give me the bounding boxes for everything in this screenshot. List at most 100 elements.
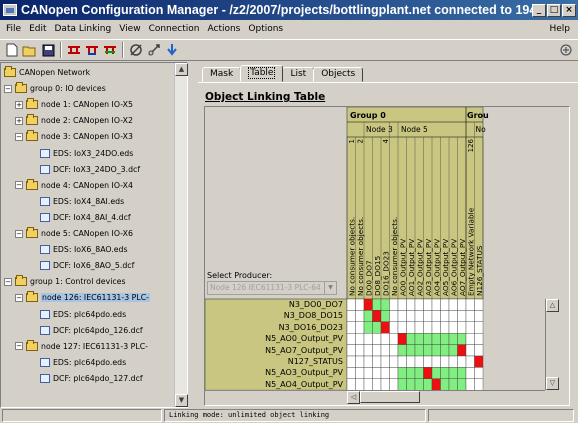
link-cell[interactable]	[465, 344, 475, 357]
link-cell[interactable]	[448, 310, 458, 322]
link-cell[interactable]	[397, 298, 407, 311]
link-cell[interactable]	[355, 332, 365, 345]
link-cell[interactable]	[346, 344, 356, 357]
menu-file[interactable]: File	[2, 24, 25, 34]
link-cell[interactable]	[457, 298, 467, 311]
link-cell[interactable]	[389, 344, 399, 357]
link-cell[interactable]	[448, 321, 458, 334]
minimize-button[interactable]: _	[532, 3, 546, 17]
link-cell[interactable]	[465, 332, 475, 345]
link-cell-available[interactable]	[414, 344, 424, 357]
link-cell[interactable]	[474, 321, 484, 334]
link-cell-active[interactable]	[457, 344, 467, 357]
link-cell[interactable]	[431, 298, 441, 311]
collapse-icon[interactable]: −	[15, 342, 23, 351]
link-cell-available[interactable]	[448, 378, 458, 391]
link-cell[interactable]	[406, 310, 416, 322]
link-cell[interactable]	[363, 332, 373, 345]
link-cell[interactable]	[406, 298, 416, 311]
link-cell[interactable]	[389, 310, 399, 322]
link-cell-available[interactable]	[363, 321, 373, 334]
link-cell-available[interactable]	[414, 378, 424, 391]
link-cell[interactable]	[457, 355, 467, 368]
link-cell[interactable]	[440, 321, 450, 334]
link-cell[interactable]	[448, 355, 458, 368]
link-cell[interactable]	[380, 355, 390, 368]
close-button[interactable]: ×	[562, 3, 576, 17]
link-cell[interactable]	[457, 310, 467, 322]
expand-icon[interactable]: +	[15, 116, 23, 125]
link-cell[interactable]	[474, 344, 484, 357]
maximize-button[interactable]: □	[547, 3, 561, 17]
collapse-icon[interactable]: −	[15, 229, 23, 238]
link-cell[interactable]	[363, 367, 373, 379]
scroll-thumb[interactable]	[360, 391, 420, 403]
link-cell[interactable]	[355, 321, 365, 334]
download-icon[interactable]	[164, 42, 180, 58]
open-icon[interactable]	[22, 42, 38, 58]
link-cell-available[interactable]	[431, 344, 441, 357]
link-cell[interactable]	[363, 344, 373, 357]
link-icon[interactable]	[66, 42, 82, 58]
link-cell-available[interactable]	[397, 367, 407, 379]
grid-horizontal-scrollbar[interactable]: ◁	[347, 390, 545, 404]
link-cell[interactable]	[474, 298, 484, 311]
tree-item[interactable]: − node 3: CANopen IO-X3	[15, 130, 133, 142]
link-cell[interactable]	[474, 378, 484, 391]
tab-mask[interactable]: Mask	[202, 67, 242, 82]
menu-options[interactable]: Options	[244, 24, 287, 34]
link-cell-active[interactable]	[372, 310, 382, 322]
link-cell-active[interactable]	[397, 332, 407, 345]
tree-item[interactable]: + node 1: CANopen IO-X5	[15, 98, 133, 110]
link-cell[interactable]	[414, 298, 424, 311]
link-cell[interactable]	[474, 332, 484, 345]
link-cell[interactable]	[423, 310, 433, 322]
link-cell[interactable]	[474, 310, 484, 322]
link-cell[interactable]	[346, 321, 356, 334]
link-cell-available[interactable]	[440, 344, 450, 357]
link-cell-available[interactable]	[423, 332, 433, 345]
tree-item[interactable]: DCF: IoX4_8AI_4.dcf	[29, 212, 131, 223]
link-cell[interactable]	[372, 367, 382, 379]
scroll-up-icon[interactable]: △	[546, 299, 559, 312]
tree-item[interactable]: EDS: plc64pdo.eds	[29, 309, 126, 320]
link-cell-available[interactable]	[414, 367, 424, 379]
link-cell[interactable]	[448, 298, 458, 311]
link-cell-available[interactable]	[397, 344, 407, 357]
tab-table[interactable]: Table	[240, 65, 284, 82]
link-cell-active[interactable]	[380, 321, 390, 334]
link-cell-available[interactable]	[406, 344, 416, 357]
link-cell[interactable]	[440, 355, 450, 368]
link-cell-available[interactable]	[423, 378, 433, 391]
tree-item[interactable]: CANopen Network	[4, 66, 90, 78]
save-icon[interactable]	[40, 42, 56, 58]
link-cell-available[interactable]	[380, 310, 390, 322]
scroll-down-icon[interactable]: ▼	[175, 394, 188, 407]
settings-icon[interactable]	[146, 42, 162, 58]
scroll-up-icon[interactable]: ▲	[175, 63, 188, 76]
link-cell[interactable]	[465, 298, 475, 311]
link-cell[interactable]	[346, 378, 356, 391]
link-cell[interactable]	[389, 355, 399, 368]
link-cell-available[interactable]	[397, 378, 407, 391]
link-cell[interactable]	[389, 321, 399, 334]
tree-item[interactable]: − node 4: CANopen IO-X4	[15, 178, 133, 191]
collapse-icon[interactable]: −	[15, 132, 23, 141]
link-cell[interactable]	[380, 378, 390, 391]
collapse-icon[interactable]: −	[4, 277, 12, 286]
link-cell[interactable]	[389, 367, 399, 379]
link-cell[interactable]	[355, 367, 365, 379]
link-cell[interactable]	[363, 378, 373, 391]
link-cell[interactable]	[380, 367, 390, 379]
link-cell-available[interactable]	[380, 298, 390, 311]
link-cell[interactable]	[406, 321, 416, 334]
link-cell[interactable]	[346, 332, 356, 345]
linking-grid[interactable]: Group 0 GrouNode 3 Node 5 No1 2 4 126No consum…	[205, 107, 559, 391]
link-cell[interactable]	[474, 367, 484, 379]
link-cell[interactable]	[372, 332, 382, 345]
link-cell[interactable]	[346, 355, 356, 368]
tree-item[interactable]: DCF: IoX3_24DO_3.dcf	[29, 164, 140, 175]
link-cell-available[interactable]	[414, 332, 424, 345]
link-cell[interactable]	[346, 367, 356, 379]
link-cell[interactable]	[372, 344, 382, 357]
